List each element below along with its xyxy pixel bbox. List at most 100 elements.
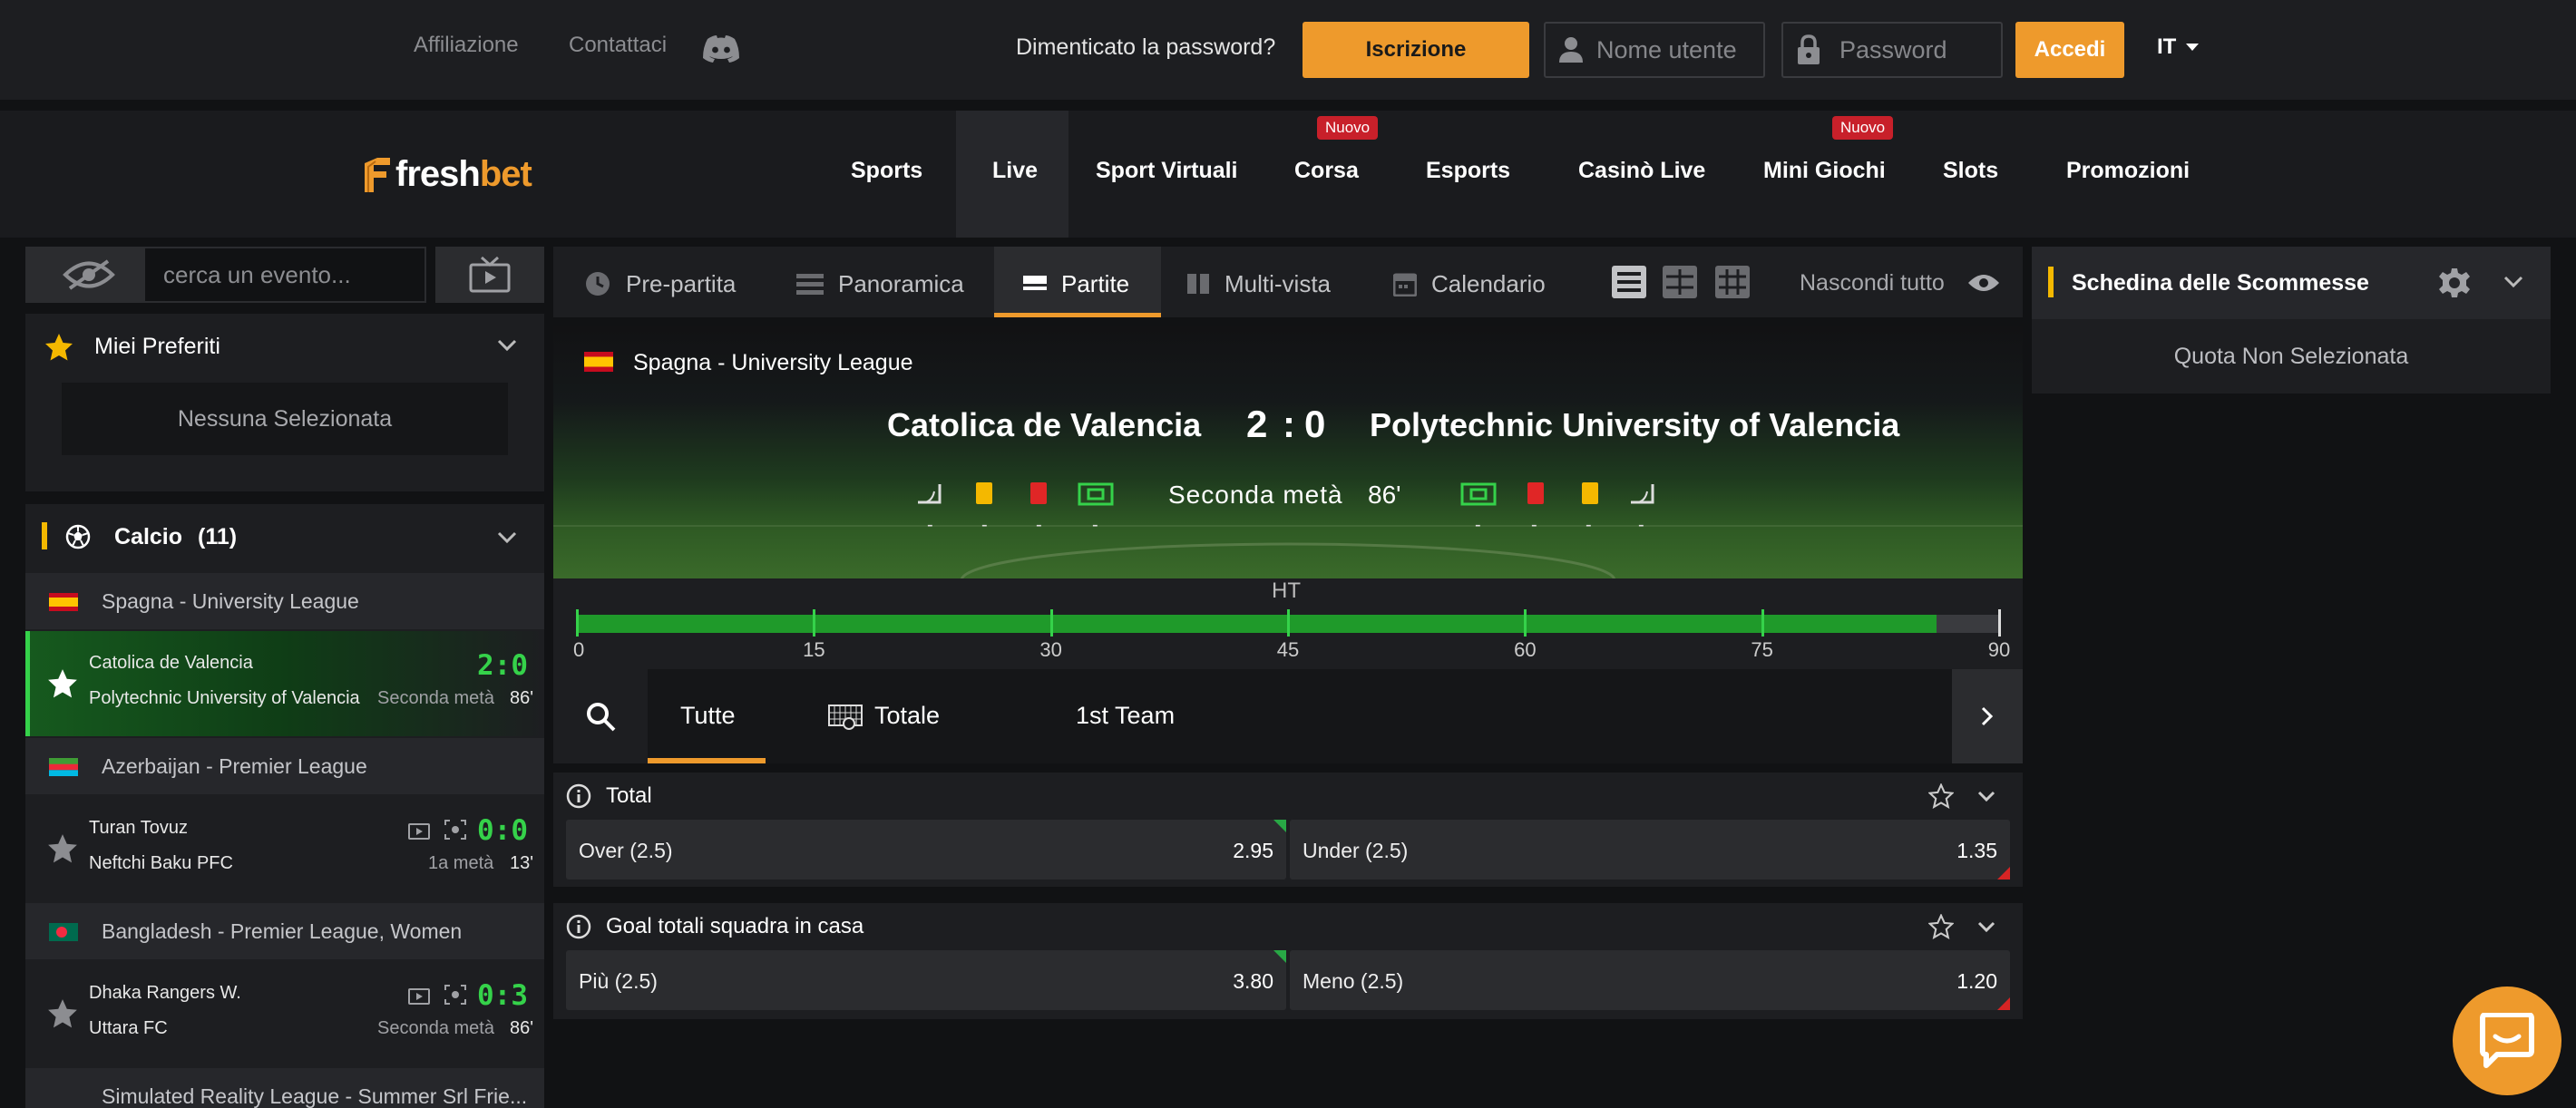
stat-value: - (1531, 515, 1537, 535)
username-field[interactable]: Nome utente (1544, 22, 1765, 78)
market-tab-all[interactable]: Tutte (680, 702, 736, 730)
info-icon[interactable] (566, 914, 591, 939)
league-row[interactable]: Bangladesh - Premier League, Women (25, 903, 544, 959)
timeline-tick-mark (1761, 609, 1764, 637)
main-navigation: freshbet Sports Live Sport Virtuali Cors… (0, 111, 2576, 238)
star-outline-icon[interactable] (45, 832, 80, 865)
chevron-down-icon[interactable] (1977, 791, 1995, 802)
football-icon (65, 524, 91, 549)
hide-toggle-button[interactable] (25, 247, 152, 303)
tab-label: Multi-vista (1225, 269, 1332, 297)
match-timeline: HT 0 15 30 45 60 75 90 (553, 578, 2023, 669)
contact-link[interactable]: Contattaci (569, 33, 667, 58)
bangladesh-flag-icon (49, 923, 78, 941)
tab-pre-match[interactable]: Pre-partita (584, 250, 736, 317)
star-outline-icon[interactable] (1928, 914, 1954, 939)
market-tabs-next-button[interactable] (1952, 669, 2023, 763)
stat-value: - (1586, 515, 1592, 535)
market-tab-1st-team[interactable]: 1st Team (1076, 702, 1175, 730)
match-score: 0:3 (477, 979, 528, 1012)
odd-button[interactable]: Meno (2.5) 1.20 (1290, 950, 2010, 1010)
star-outline-icon[interactable] (1928, 783, 1954, 809)
sport-title: Calcio (114, 524, 183, 549)
lock-icon (1796, 34, 1821, 65)
layout-grid-icon[interactable] (1662, 265, 1698, 299)
login-button[interactable]: Accedi (2015, 22, 2124, 78)
hero-home-score: 2 (1246, 403, 1268, 445)
match-score: 0:0 (477, 814, 528, 847)
nav-live-casino[interactable]: Casinò Live (1578, 158, 1705, 184)
gear-icon[interactable] (2438, 267, 2471, 299)
match-row[interactable]: Dhaka Rangers W. Uttara FC 0:3 Seconda m… (25, 961, 544, 1066)
timeline-tick-label: 75 (1751, 638, 1773, 661)
layout-list-icon[interactable] (1611, 265, 1647, 299)
chevron-down-icon[interactable] (497, 339, 517, 352)
stat-value: - (1638, 515, 1644, 535)
tab-calendar[interactable]: Calendario (1393, 250, 1546, 317)
odd-button[interactable]: Più (2.5) 3.80 (566, 950, 1286, 1010)
active-indicator (25, 631, 30, 736)
odd-button[interactable]: Under (2.5) 1.35 (1290, 820, 2010, 880)
betslip-header[interactable]: Schedina delle Scommesse (2032, 247, 2551, 319)
nav-live[interactable]: Live (992, 158, 1038, 184)
outcome-odd: 1.20 (1956, 969, 1997, 993)
timeline-tick-mark (1049, 609, 1053, 637)
tab-multi-view[interactable]: Multi-vista (1186, 250, 1331, 317)
nav-esports[interactable]: Esports (1426, 158, 1510, 184)
chevron-right-icon (1981, 706, 1994, 726)
nav-mini-games[interactable]: Mini Giochi (1763, 158, 1886, 184)
hide-all-toggle[interactable]: Nascondi tutto (1800, 270, 1945, 296)
chevron-down-icon[interactable] (2503, 276, 2523, 288)
tv-play-icon (469, 257, 511, 293)
match-row[interactable]: Turan Tovuz Neftchi Baku PFC 0:0 1a metà… (25, 796, 544, 901)
username-placeholder: Nome utente (1596, 35, 1737, 63)
league-row[interactable]: Azerbaijan - Premier League (25, 738, 544, 794)
forgot-password-link[interactable]: Dimenticato la password? (1016, 34, 1275, 61)
language-selector[interactable]: IT (2157, 34, 2200, 60)
market-tab-total[interactable]: Totale (874, 702, 940, 730)
stat-value: - (981, 515, 988, 535)
affiliate-link[interactable]: Affiliazione (414, 33, 519, 58)
match-scoreboard: Spagna - University League Catolica de V… (553, 326, 2023, 578)
star-outline-icon[interactable] (45, 997, 80, 1030)
password-field[interactable]: Password (1781, 22, 2003, 78)
password-placeholder: Password (1839, 35, 1947, 63)
eye-icon (1966, 272, 2001, 294)
nav-sports[interactable]: Sports (851, 158, 922, 184)
live-chat-button[interactable] (2453, 987, 2561, 1095)
tab-label: Panoramica (838, 269, 964, 297)
match-period: 1a metà (428, 853, 494, 873)
league-name: Bangladesh - Premier League, Women (102, 919, 463, 943)
goal-attempt-icon (1460, 482, 1497, 506)
register-button[interactable]: Iscrizione (1303, 22, 1529, 78)
halftime-label: HT (1272, 578, 1301, 603)
info-icon[interactable] (566, 783, 591, 809)
timeline-tick-mark (1998, 609, 2001, 637)
tab-overview[interactable]: Panoramica (796, 250, 964, 317)
chevron-down-icon[interactable] (1977, 921, 1995, 932)
sport-header-football[interactable]: Calcio (11) (25, 504, 544, 569)
league-name: Azerbaijan - Premier League (102, 754, 367, 778)
market-tabs-bar: Tutte Totale 1st Team (553, 669, 2023, 763)
hero-home-team: Catolica de Valencia (887, 406, 1202, 443)
nav-corsa[interactable]: Corsa (1294, 158, 1359, 184)
nav-virtual-sports[interactable]: Sport Virtuali (1096, 158, 1238, 184)
market-search-button[interactable] (553, 669, 648, 763)
outcome-odd: 1.35 (1956, 839, 1997, 862)
freshbet-logo[interactable]: freshbet (363, 154, 532, 195)
stat-value: - (1036, 515, 1042, 535)
nav-promotions[interactable]: Promozioni (2066, 158, 2190, 184)
league-row[interactable]: Spagna - University League (25, 573, 544, 629)
match-row-active[interactable]: Catolica de Valencia Polytechnic Univers… (25, 631, 544, 736)
star-outline-icon[interactable] (45, 667, 80, 700)
league-row[interactable]: Simulated Reality League - Summer Srl Fr… (25, 1068, 544, 1108)
event-search-input[interactable]: cerca un evento... (143, 247, 426, 303)
live-stream-button[interactable] (435, 247, 544, 303)
nav-slots[interactable]: Slots (1943, 158, 1998, 184)
layout-compact-icon[interactable] (1714, 265, 1751, 299)
discord-icon[interactable] (702, 34, 740, 63)
hero-minute: 86' (1368, 481, 1401, 509)
tab-matches[interactable]: Partite (1023, 250, 1129, 317)
live-events-list: Calcio (11) Spagna - University League C… (25, 504, 544, 1108)
odd-button[interactable]: Over (2.5) 2.95 (566, 820, 1286, 880)
